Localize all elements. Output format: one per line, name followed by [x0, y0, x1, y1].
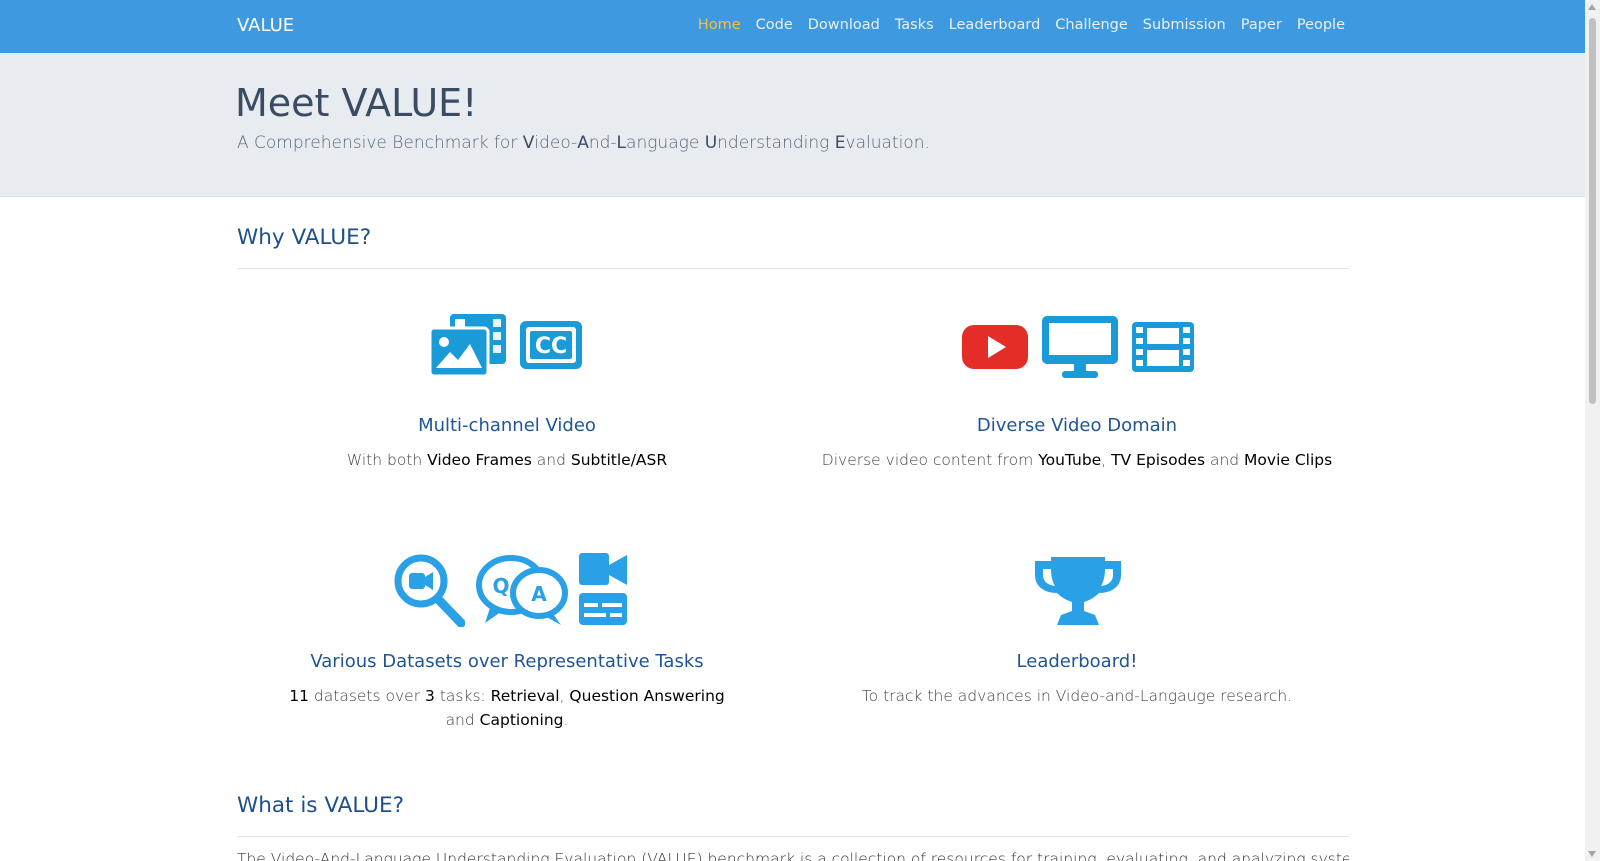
feature-datasets: Various Datasets over Representative Tas… [237, 651, 777, 732]
nav-link-people[interactable]: People [1297, 17, 1345, 33]
brand-logo[interactable]: VALUE [237, 15, 294, 36]
desktop-icon [1042, 316, 1118, 378]
trophy-icon [1035, 557, 1121, 625]
scrollbar-thumb[interactable] [1589, 18, 1596, 404]
nav-link-submission[interactable]: Submission [1143, 17, 1226, 33]
video-caption-icon [579, 553, 627, 625]
feature-description: With both Video Frames and Subtitle/ASR [346, 451, 668, 469]
jumbotron: Meet VALUE! A Comprehensive Benchmark fo… [0, 53, 1585, 197]
section-title-what: What is VALUE? [237, 793, 405, 818]
scroll-up-icon[interactable] [1588, 4, 1596, 10]
feature-leaderboard: Leaderboard! To track the advances in Vi… [807, 651, 1347, 708]
nav-link-download[interactable]: Download [808, 17, 880, 33]
feature-multichannel: Multi-channel Video With both Video Fram… [237, 415, 777, 472]
svg-text:CC: CC [535, 334, 567, 359]
feature-description: To track the advances in Video-and-Langa… [861, 687, 1293, 705]
closed-captioning-icon: CC [520, 321, 582, 369]
nav-link-challenge[interactable]: Challenge [1055, 17, 1128, 33]
page-scrollbar[interactable] [1585, 0, 1600, 861]
feature-title: Various Datasets over Representative Tas… [310, 651, 704, 672]
section-title-why: Why VALUE? [237, 225, 372, 250]
navbar: VALUE Home Code Download Tasks Leaderboa… [0, 0, 1585, 53]
feature-icons-leaderboard [1033, 553, 1123, 627]
what-description: The Video-And-Language Understanding Eva… [237, 850, 1349, 861]
youtube-icon [962, 325, 1028, 369]
nav-link-code[interactable]: Code [756, 17, 793, 33]
page-subtitle: A Comprehensive Benchmark for Video-And-… [237, 133, 930, 153]
nav-link-home[interactable]: Home [698, 17, 741, 33]
search-video-icon [394, 554, 465, 627]
feature-description: 11 datasets over 3 tasks: Retrieval, Que… [289, 687, 725, 729]
page-title: Meet VALUE! [235, 81, 478, 125]
page: VALUE Home Code Download Tasks Leaderboa… [0, 0, 1585, 861]
question-answer-icon: Q A [476, 555, 568, 625]
svg-text:A: A [531, 582, 547, 606]
nav-links: Home Code Download Tasks Leaderboard Cha… [698, 17, 1345, 33]
feature-title: Multi-channel Video [418, 415, 596, 436]
feature-icons-domain [962, 316, 1194, 378]
feature-title[interactable]: Leaderboard! [807, 651, 1347, 672]
feature-icons-multichannel: CC [430, 314, 582, 376]
feature-icons-datasets: Q A [393, 553, 629, 627]
section-divider [237, 836, 1349, 837]
feature-description: Diverse video content from YouTube, TV E… [821, 451, 1333, 469]
svg-text:Q: Q [492, 574, 509, 598]
images-icon [430, 314, 506, 376]
nav-link-leaderboard[interactable]: Leaderboard [949, 17, 1041, 33]
scroll-down-icon[interactable] [1588, 851, 1596, 857]
film-icon [1132, 322, 1194, 372]
nav-link-paper[interactable]: Paper [1241, 17, 1282, 33]
nav-link-tasks[interactable]: Tasks [895, 17, 934, 33]
feature-domain: Diverse Video Domain Diverse video conte… [807, 415, 1347, 472]
feature-title: Diverse Video Domain [976, 415, 1178, 436]
section-divider [237, 268, 1349, 269]
